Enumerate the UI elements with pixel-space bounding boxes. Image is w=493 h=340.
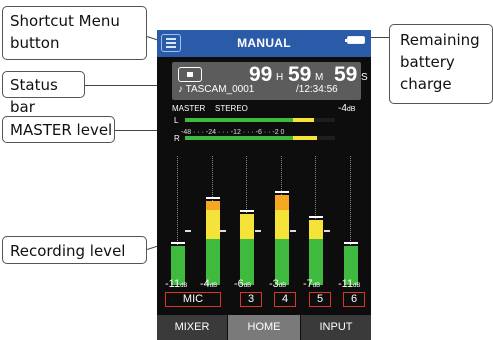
callout-text: button	[10, 34, 60, 52]
minutes-unit: M	[315, 72, 324, 83]
master-bar-green	[185, 136, 293, 140]
meter-segment-yellow	[309, 220, 323, 239]
file-name: ♪ TASCAM_0001	[178, 84, 255, 95]
meter-peak	[240, 210, 254, 212]
status-bar-callout: Status bar	[2, 71, 85, 116]
channel-meter	[240, 156, 254, 285]
meter-segment-yellow	[240, 214, 254, 239]
channel-button[interactable]: 6	[343, 292, 365, 307]
meter-segment-yellow	[275, 210, 289, 239]
tab-home[interactable]: HOME	[228, 315, 300, 340]
total-time: /12:34:56	[296, 84, 338, 95]
channel-level-value: -11dB	[165, 278, 188, 290]
device-screen: MANUAL 99 H 59 M 59 S ♪ TASCAM_0001 /12:…	[157, 30, 371, 340]
master-mode: STEREO	[215, 104, 248, 113]
channel-level-value: -6dB	[234, 278, 252, 290]
master-label: MASTER	[172, 104, 206, 113]
tab-mixer[interactable]: MIXER	[157, 315, 227, 340]
master-bar-yellow	[293, 136, 317, 140]
status-bar: 99 H 59 M 59 S ♪ TASCAM_0001 /12:34:56	[172, 62, 368, 100]
channel-button[interactable]: 5	[309, 292, 331, 307]
channel-level-value: -11dB	[338, 278, 361, 290]
master-channel-r: R	[174, 134, 180, 143]
meter-tick	[185, 230, 191, 232]
seconds-unit: S	[361, 72, 368, 83]
tab-input[interactable]: INPUT	[301, 315, 371, 340]
meter-segment-orange	[275, 195, 289, 210]
channel-level-value: -3dB	[269, 278, 287, 290]
battery-icon	[345, 36, 365, 44]
master-bar-green	[185, 118, 293, 122]
meter-segment-orange	[206, 201, 220, 210]
meter-tick	[290, 230, 296, 232]
master-meter-r	[185, 136, 335, 140]
master-bar-yellow	[293, 118, 314, 122]
master-scale: -48 · · · -24 · · · -12 · · · -6 · · -2 …	[181, 129, 285, 136]
screen-title: MANUAL	[237, 36, 291, 50]
meter-peak	[206, 197, 220, 199]
hours-unit: H	[276, 72, 284, 83]
callout-text: Recording level	[10, 242, 126, 260]
meter-peak	[275, 191, 289, 193]
callout-text: Shortcut Menu	[10, 12, 120, 30]
callout-text: Remaining	[400, 31, 480, 49]
channel-level-value: -7dB	[303, 278, 321, 290]
title-bar: MANUAL	[157, 30, 371, 57]
meter-tick	[255, 230, 261, 232]
meter-peak	[171, 242, 185, 244]
master-channel-l: L	[174, 116, 179, 125]
channel-button[interactable]: 4	[274, 292, 296, 307]
master-level-value: -4dB	[338, 103, 356, 114]
channel-meter	[275, 156, 289, 285]
channel-meter	[171, 156, 185, 285]
channel-button[interactable]: 3	[240, 292, 262, 307]
callout-text: Status bar	[10, 76, 58, 116]
recording-level-callout: Recording level	[2, 236, 147, 264]
master-meter-l	[185, 118, 335, 122]
callout-text: battery	[400, 53, 455, 71]
meter-tick	[220, 230, 226, 232]
battery-callout: Remaining battery charge	[389, 24, 493, 104]
callout-text: MASTER level	[10, 121, 113, 139]
master-level-callout: MASTER level	[2, 116, 115, 143]
stop-icon	[178, 67, 202, 82]
meter-segment-yellow	[206, 210, 220, 239]
meter-tick	[324, 230, 330, 232]
channel-meter	[344, 156, 358, 285]
callout-text: charge	[400, 75, 452, 93]
channel-button[interactable]: MIC	[165, 292, 221, 307]
channel-meter	[309, 156, 323, 285]
channel-level-value: -4dB	[200, 278, 218, 290]
meter-peak	[344, 242, 358, 244]
channel-meter	[206, 156, 220, 285]
meter-peak	[309, 216, 323, 218]
shortcut-menu-callout: Shortcut Menu button	[2, 6, 147, 60]
